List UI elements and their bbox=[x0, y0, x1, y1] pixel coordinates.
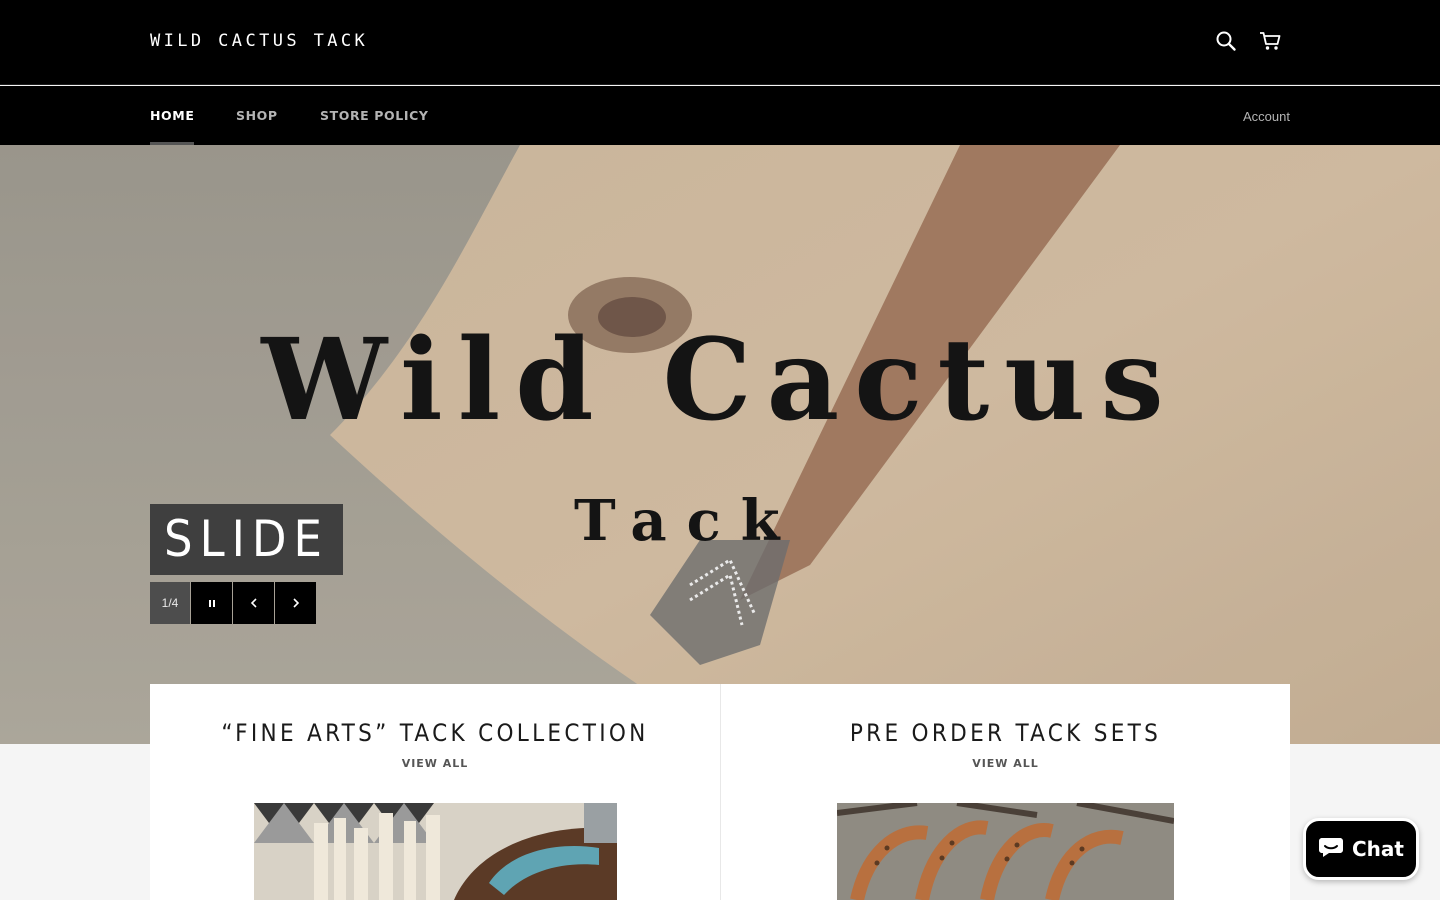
view-all-link[interactable]: VIEW ALL bbox=[721, 757, 1290, 770]
slideshow-controls: 1/4 bbox=[150, 582, 316, 624]
chevron-left-icon[interactable] bbox=[233, 582, 274, 624]
slide-counter: 1/4 bbox=[150, 582, 190, 624]
cart-icon[interactable] bbox=[1257, 28, 1283, 54]
main-nav: HOME SHOP STORE POLICY Account bbox=[0, 86, 1440, 145]
chat-button[interactable]: Chat bbox=[1303, 818, 1419, 880]
collection-title[interactable]: PRE ORDER TACK SETS bbox=[721, 719, 1290, 747]
featured-collections: “FINE ARTS” TACK COLLECTION VIEW ALL PRE… bbox=[150, 684, 1290, 900]
pause-icon[interactable] bbox=[191, 582, 232, 624]
hero-slideshow: Wild Cactus Tack SLIDE 1/4 bbox=[0, 145, 1440, 744]
collection-card[interactable]: PRE ORDER TACK SETS VIEW ALL bbox=[720, 684, 1290, 900]
collection-card[interactable]: “FINE ARTS” TACK COLLECTION VIEW ALL bbox=[150, 684, 720, 900]
collection-image[interactable] bbox=[837, 803, 1174, 900]
nav-item-shop[interactable]: SHOP bbox=[236, 108, 278, 142]
collection-image[interactable] bbox=[254, 803, 617, 900]
nav-item-home[interactable]: HOME bbox=[150, 108, 195, 145]
collection-title[interactable]: “FINE ARTS” TACK COLLECTION bbox=[150, 719, 720, 747]
search-icon[interactable] bbox=[1213, 28, 1239, 54]
chat-bubble-icon bbox=[1318, 835, 1344, 864]
hero-title: Wild Cactus bbox=[261, 315, 1179, 446]
nav-item-store-policy[interactable]: STORE POLICY bbox=[320, 108, 429, 142]
chevron-right-icon[interactable] bbox=[275, 582, 316, 624]
view-all-link[interactable]: VIEW ALL bbox=[150, 757, 720, 770]
account-link[interactable]: Account bbox=[1243, 109, 1290, 124]
slide-label: SLIDE bbox=[150, 504, 343, 575]
hero-subtitle: Tack bbox=[574, 488, 800, 554]
chat-label: Chat bbox=[1352, 837, 1404, 861]
site-logo[interactable]: WILD CACTUS TACK bbox=[150, 31, 368, 51]
top-header: WILD CACTUS TACK bbox=[0, 0, 1440, 85]
